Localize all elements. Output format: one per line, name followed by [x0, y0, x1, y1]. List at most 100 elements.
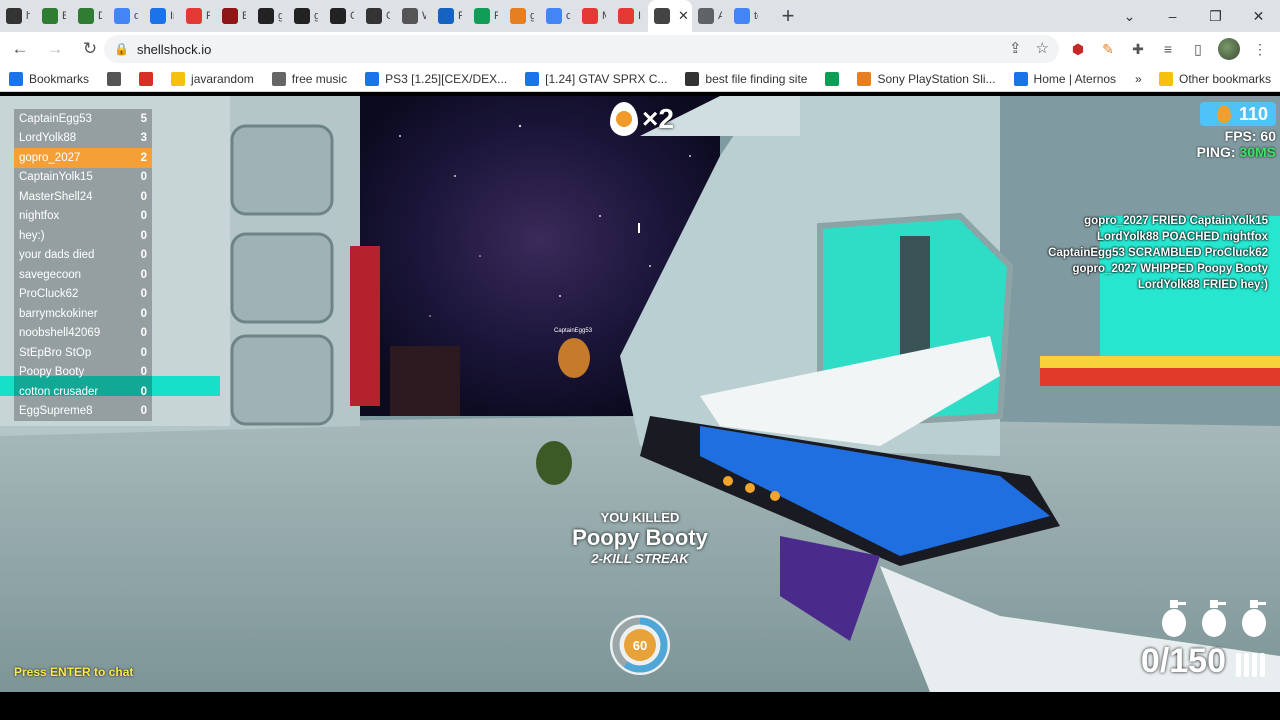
leaderboard-row: hey:) 0: [14, 226, 152, 246]
browser-tab[interactable]: W: [396, 0, 432, 32]
tab-title: Re: [458, 10, 462, 22]
browser-tab[interactable]: Ru: [180, 0, 216, 32]
leaderboard-row: savegecoon 0: [14, 265, 152, 285]
close-tab-icon[interactable]: ✕: [678, 8, 689, 24]
bookmark-item[interactable]: Sony PlayStation Sli...: [848, 71, 1004, 86]
browser-tab[interactable]: M: [576, 0, 612, 32]
tab-title: Be: [242, 10, 246, 22]
leaderboard-row: LordYolk88 3: [14, 128, 152, 148]
other-bookmarks[interactable]: Other bookmarks: [1150, 71, 1280, 86]
bookmark-label: free music: [291, 71, 348, 86]
player-name: Poopy Booty: [19, 366, 85, 379]
tab-search-icon[interactable]: ⌄: [1108, 0, 1151, 32]
lock-icon[interactable]: 🔒: [114, 42, 129, 56]
grid-icon: [1013, 71, 1028, 86]
restore-button[interactable]: ❐: [1194, 0, 1237, 32]
google-icon: [734, 8, 750, 24]
browser-tab[interactable]: Cl: [324, 0, 360, 32]
tab-title: M: [602, 10, 606, 22]
player-name: savegecoon: [19, 268, 82, 281]
bullets-icon: [1236, 652, 1265, 677]
bookmark-item[interactable]: [1.24] GTAV SPRX C...: [516, 71, 676, 86]
tab-title: I t: [638, 10, 642, 22]
browser-tab[interactable]: ✕: [648, 0, 692, 32]
browser-tab[interactable]: Re: [432, 0, 468, 32]
extensions-puzzle-icon[interactable]: ✚: [1128, 39, 1148, 59]
tab-title: Ru: [206, 10, 210, 22]
bookmark-item[interactable]: [130, 71, 162, 86]
player-name: CaptainEgg53: [19, 112, 92, 125]
kill-streak-label: 2-KILL STREAK: [591, 551, 689, 566]
browser-tab[interactable]: te: [728, 0, 764, 32]
browser-tab[interactable]: Dc: [72, 0, 108, 32]
tab-title: hc: [26, 10, 30, 22]
bookmark-item[interactable]: best file finding site: [676, 71, 816, 86]
hand-icon: [510, 8, 526, 24]
browser-tab[interactable]: Oj: [360, 0, 396, 32]
browser-tab[interactable]: gil: [504, 0, 540, 32]
bookmark-label: [1.24] GTAV SPRX C...: [545, 71, 668, 86]
tab-title: Oj: [386, 10, 390, 22]
browser-tab[interactable]: hc: [0, 0, 36, 32]
share-icon[interactable]: ⇪: [1009, 39, 1022, 57]
menu-kebab-icon[interactable]: ⋮: [1250, 39, 1270, 59]
bookmark-item[interactable]: javarandom: [162, 71, 263, 86]
grenade-inventory: [1158, 598, 1270, 638]
bookmark-item[interactable]: Home | Aternos: [1005, 71, 1126, 86]
ping-label: PING:: [1196, 144, 1240, 160]
side-panel-icon[interactable]: ▯: [1188, 39, 1208, 59]
close-window-button[interactable]: ✕: [1237, 0, 1280, 32]
browser-tab[interactable]: gc: [252, 0, 288, 32]
bookmark-item[interactable]: PS3 [1.25][CEX/DEX...: [356, 71, 516, 86]
back-button[interactable]: ←: [5, 34, 35, 64]
browser-tab[interactable]: ca: [540, 0, 576, 32]
game-viewport[interactable]: CaptainEgg53 CaptainEgg53 5 LordYolk88 3 gop…: [0, 96, 1280, 692]
heart-icon: [139, 71, 154, 86]
tab-title: gc: [314, 10, 318, 22]
bookmark-star-icon[interactable]: ☆: [1036, 39, 1049, 57]
browser-tab[interactable]: Im: [144, 0, 180, 32]
address-bar[interactable]: 🔒 shellshock.io ⇪ ☆: [104, 35, 1059, 63]
player-name: MasterShell24: [19, 190, 93, 203]
bookmark-item[interactable]: [98, 71, 130, 86]
browser-tab[interactable]: A: [692, 0, 728, 32]
reload-button[interactable]: ↻: [75, 34, 105, 64]
extension-edit-icon[interactable]: ✎: [1098, 39, 1118, 59]
egg-currency-badge[interactable]: 110: [1200, 102, 1276, 126]
forward-button[interactable]: →: [40, 34, 70, 64]
kill-counter: ×2: [610, 102, 674, 136]
browser-tab[interactable]: I t: [612, 0, 648, 32]
leaderboard-row: ProCluck62 0: [14, 284, 152, 304]
player-name: noobshell42069: [19, 327, 101, 340]
tab-list: hc Bu Dc de Im Ru Be gc gc Cl Oj W Re Py gil ca M I t ✕ Ate: [0, 0, 764, 32]
bookmark-label: Home | Aternos: [1033, 71, 1117, 86]
minimize-button[interactable]: –: [1151, 0, 1194, 32]
kill-count: ×2: [642, 103, 674, 134]
doc-icon: [698, 8, 714, 24]
extension-red-icon[interactable]: ⬢: [1068, 39, 1088, 59]
media-control-icon[interactable]: ≡: [1158, 39, 1178, 59]
browser-tab[interactable]: gc: [288, 0, 324, 32]
alien-icon: [271, 71, 286, 86]
bookmark-label: PS3 [1.25][CEX/DEX...: [385, 71, 508, 86]
browser-tab[interactable]: Bu: [36, 0, 72, 32]
bookmarks-bar: Bookmarks javarandom free music PS3 [1.25][…: [0, 66, 1280, 92]
profile-avatar[interactable]: [1218, 38, 1240, 60]
bookmark-item[interactable]: [816, 71, 848, 86]
browser-tab[interactable]: Py: [468, 0, 504, 32]
bookmark-item[interactable]: Bookmarks: [0, 71, 98, 86]
browser-tab[interactable]: de: [108, 0, 144, 32]
tab-title: Cl: [350, 10, 354, 22]
bookmark-item[interactable]: free music: [263, 71, 356, 86]
new-tab-button[interactable]: +: [774, 2, 802, 30]
killfeed-entry: LordYolk88 FRIED hey:): [1137, 279, 1268, 291]
browser-tab[interactable]: Be: [216, 0, 252, 32]
bookmarks-overflow-button[interactable]: »: [1126, 72, 1151, 86]
tab-title: gil: [530, 10, 534, 22]
ammo-count: 0/150: [1140, 642, 1226, 680]
tab-title: ca: [566, 10, 570, 22]
leaderboard-row: gopro_2027 2: [14, 148, 152, 168]
player-name: hey:): [19, 229, 45, 242]
github-icon: [294, 8, 310, 24]
player-name: ProCluck62: [19, 288, 79, 301]
